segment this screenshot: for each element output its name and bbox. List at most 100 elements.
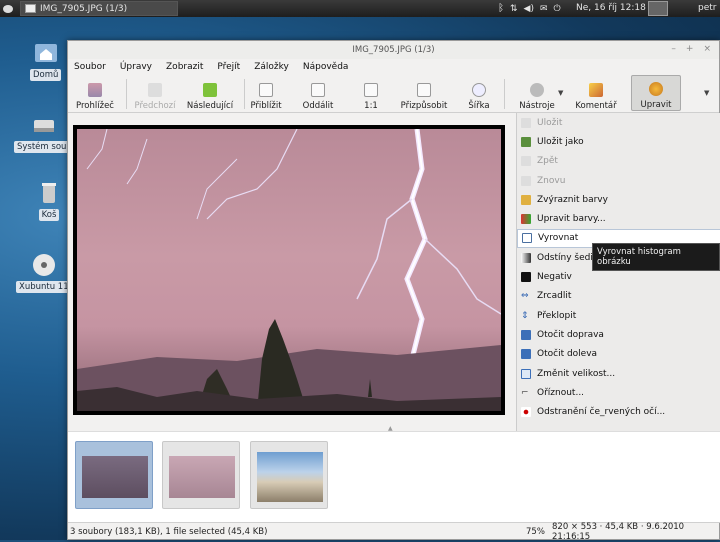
thumbnail-1[interactable] — [75, 441, 153, 509]
fit-label: Přizpůsobit — [400, 101, 448, 111]
window-title: IMG_7905.JPG (1/3) — [352, 45, 435, 55]
comment-button[interactable]: Komentář — [572, 75, 620, 111]
magnifier-icon — [472, 83, 486, 97]
maximize-icon[interactable]: + — [686, 44, 694, 54]
menu-item-rotate-left[interactable]: Otočit doleva — [517, 345, 720, 364]
cd-icon — [32, 254, 55, 276]
window-titlebar[interactable]: IMG_7905.JPG (1/3) – + × — [68, 41, 719, 59]
desktop-icon-cd[interactable]: Xubuntu 11 — [16, 252, 72, 293]
fit-button[interactable]: Přizpůsobit — [398, 75, 450, 111]
desktop-icon-label: Domů — [30, 69, 62, 81]
minimize-icon[interactable]: – — [671, 44, 676, 54]
menu-item-enhance-colors[interactable]: Zvýraznit barvy — [517, 190, 720, 209]
tools-button[interactable]: Nástroje — [514, 75, 560, 111]
desktop-icon-label: Systém soub — [14, 141, 75, 153]
thumbnail-2[interactable] — [162, 441, 240, 509]
thumbnail-image — [169, 456, 235, 498]
home-folder-icon — [34, 44, 57, 62]
power-icon[interactable]: ⏻ — [554, 4, 561, 14]
next-button[interactable]: Následující — [180, 75, 240, 111]
previous-button[interactable]: Předchozí — [130, 75, 180, 111]
menu-item-label: Zvýraznit barvy — [537, 194, 608, 205]
status-zoom: 75% — [526, 526, 545, 537]
adjust-colors-icon — [521, 214, 531, 225]
menu-item-save-as[interactable]: Uložit jako — [517, 132, 720, 151]
desktop-icon-filesystem[interactable]: Systém soub — [14, 112, 75, 153]
menu-item-mirror[interactable]: ⇔ Zrcadlit — [517, 287, 720, 306]
desktop-icon-trash[interactable]: Koš — [36, 180, 62, 221]
user-menu[interactable]: petr — [698, 3, 716, 13]
zoom-out-icon — [311, 83, 325, 97]
negative-icon — [521, 272, 531, 283]
menu-item-rotate-right[interactable]: Otočit doprava — [517, 325, 720, 344]
previous-label: Předchozí — [134, 101, 176, 111]
thumbnail-strip — [68, 431, 720, 522]
rotate-left-icon — [521, 349, 531, 360]
fit-width-label: Šířka — [468, 101, 490, 111]
menu-item-label: Znovu — [537, 175, 566, 186]
thumbnail-image — [82, 456, 148, 498]
image-viewer-window: IMG_7905.JPG (1/3) – + × Soubor Úpravy Z… — [67, 40, 720, 542]
desktop-preview-icon[interactable] — [648, 1, 668, 16]
edit-label: Upravit — [640, 100, 672, 110]
image-icon — [25, 4, 36, 13]
menu-go[interactable]: Přejít — [217, 62, 240, 72]
menu-help[interactable]: Nápověda — [303, 62, 349, 72]
menu-file[interactable]: Soubor — [74, 62, 106, 72]
edit-tools-menu: Uložit Uložit jako Zpět Znovu Zvýraznit … — [516, 113, 720, 431]
desktop-icon-label: Xubuntu 11 — [16, 281, 72, 293]
network-icon[interactable]: ⇅ — [510, 4, 518, 14]
menu-item-undo[interactable]: Zpět — [517, 152, 720, 171]
taskbar-item[interactable]: IMG_7905.JPG (1/3) — [20, 1, 178, 16]
menubar: Soubor Úpravy Zobrazit Přejít Záložky Ná… — [68, 59, 719, 75]
zoom-in-label: Přiblížit — [250, 101, 282, 111]
edit-button[interactable]: Upravit — [631, 75, 681, 111]
menu-edit[interactable]: Úpravy — [120, 62, 152, 72]
browser-button[interactable]: Prohlížeč — [70, 75, 120, 111]
tools-dropdown-icon[interactable]: ▼ — [558, 89, 563, 97]
lightning-photo — [77, 129, 501, 411]
menu-item-flip[interactable]: ⇕ Překlopit — [517, 306, 720, 325]
enhance-colors-icon — [521, 194, 531, 205]
fit-width-button[interactable]: Šířka — [464, 75, 494, 111]
desktop-icon-home[interactable]: Domů — [30, 40, 62, 81]
zoom-100-icon — [364, 83, 378, 97]
bluetooth-icon[interactable]: ᛒ — [498, 3, 504, 14]
menu-item-red-eye[interactable]: Odstranění če_rvených očí... — [517, 402, 720, 421]
menu-item-resize[interactable]: Změnit velikost... — [517, 364, 720, 383]
menu-item-crop[interactable]: ⌐ Oříznout... — [517, 383, 720, 402]
comment-label: Komentář — [575, 101, 617, 111]
overflow-menu-icon[interactable]: ▼ — [704, 89, 709, 97]
clock[interactable]: Ne, 16 říj 12:18 — [576, 3, 646, 13]
zoom-100-button[interactable]: 1:1 — [356, 75, 386, 111]
save-icon — [521, 117, 531, 128]
toolbar-separator — [126, 79, 127, 109]
menu-bookmarks[interactable]: Záložky — [254, 62, 289, 72]
applications-menu-button[interactable] — [0, 0, 16, 17]
zoom-100-label: 1:1 — [364, 101, 378, 111]
drive-icon — [34, 120, 55, 132]
menu-item-label: Zpět — [537, 156, 558, 167]
close-icon[interactable]: × — [703, 44, 711, 54]
save-as-icon — [521, 136, 531, 147]
menu-item-label: Oříznout... — [537, 387, 585, 398]
thumbnail-image — [257, 452, 323, 502]
status-bar: 3 soubory (183,1 KB), 1 file selected (4… — [68, 522, 720, 542]
volume-icon[interactable]: ◀) — [524, 4, 534, 14]
rotate-right-icon — [521, 329, 531, 340]
zoom-in-button[interactable]: Přiblížit — [248, 75, 284, 111]
menu-view[interactable]: Zobrazit — [166, 62, 203, 72]
menu-item-save[interactable]: Uložit — [517, 113, 720, 132]
image-view[interactable]: ▲ — [68, 113, 516, 432]
toolbar-separator — [244, 79, 245, 109]
menu-item-adjust-colors[interactable]: Upravit barvy... — [517, 209, 720, 228]
browser-icon — [88, 83, 102, 97]
menu-item-label: Otočit doprava — [537, 329, 604, 340]
mirror-icon: ⇔ — [521, 291, 529, 302]
menu-item-label: Odstíny šedi — [537, 252, 593, 263]
mail-icon[interactable]: ✉ — [540, 4, 548, 14]
zoom-out-button[interactable]: Oddálit — [300, 75, 336, 111]
thumbnail-3[interactable] — [250, 441, 328, 509]
menu-item-redo[interactable]: Znovu — [517, 171, 720, 190]
flip-icon: ⇕ — [521, 310, 529, 321]
